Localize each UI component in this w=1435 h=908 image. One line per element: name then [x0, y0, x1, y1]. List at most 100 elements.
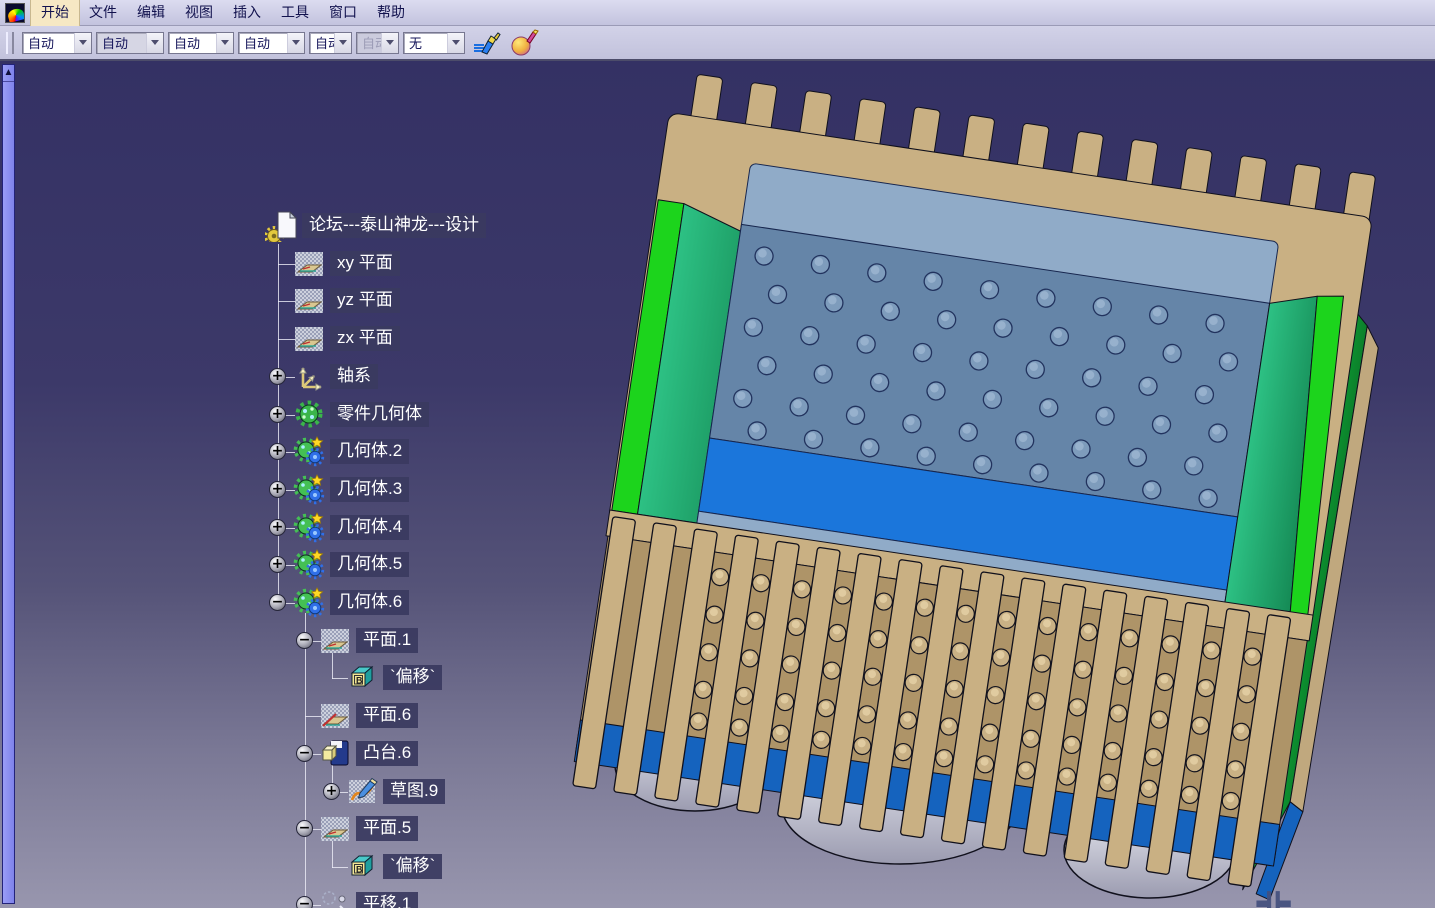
- menu-file[interactable]: 文件: [79, 0, 127, 26]
- body-icon[interactable]: [293, 436, 325, 468]
- expand-plus-icon[interactable]: +: [269, 368, 286, 385]
- tree-item-body-6[interactable]: − 几何体.6: [0, 586, 560, 620]
- body-icon[interactable]: [293, 474, 325, 506]
- plane-icon[interactable]: [293, 285, 325, 317]
- tree-item-translate-1[interactable]: − 平移.1: [0, 888, 560, 908]
- collapsed-toolbar-strip[interactable]: ▲: [2, 64, 15, 904]
- body-icon[interactable]: [293, 587, 325, 619]
- tree-item-label[interactable]: 轴系: [330, 364, 378, 389]
- layer-combo[interactable]: 无: [403, 32, 465, 54]
- expand-plus-icon[interactable]: +: [323, 783, 340, 800]
- expand-plus-icon[interactable]: +: [269, 443, 286, 460]
- svg-text:B: B: [356, 864, 363, 874]
- painter-icon[interactable]: [472, 29, 502, 57]
- tree-item-offset-of-plane-5[interactable]: B `偏移`: [0, 850, 560, 884]
- expand-plus-icon[interactable]: +: [269, 556, 286, 573]
- tree-item-plane-6[interactable]: 平面.6: [0, 699, 560, 733]
- tree-item-yz-plane[interactable]: yz 平面: [0, 284, 560, 318]
- menu-help[interactable]: 帮助: [367, 0, 415, 26]
- part-icon[interactable]: [265, 210, 297, 242]
- menu-start[interactable]: 开始: [31, 0, 79, 26]
- offset-icon[interactable]: B: [346, 851, 378, 883]
- collapse-minus-icon[interactable]: −: [296, 632, 313, 649]
- offset-icon[interactable]: B: [346, 662, 378, 694]
- pad-icon[interactable]: [319, 738, 351, 770]
- tree-item-body-2[interactable]: + 几何体.2: [0, 435, 560, 469]
- pointtype-combo[interactable]: 自动: [309, 32, 352, 54]
- tree-item-offset-of-plane-1[interactable]: B `偏移`: [0, 661, 560, 695]
- body-icon[interactable]: [293, 512, 325, 544]
- plane-icon[interactable]: [319, 625, 351, 657]
- tree-item-label[interactable]: 凸台.6: [356, 741, 418, 766]
- combo-dropdown-arrow-icon[interactable]: [287, 33, 304, 53]
- body-icon[interactable]: [293, 549, 325, 581]
- collapse-minus-icon[interactable]: −: [296, 820, 313, 837]
- tree-item-xy-plane[interactable]: xy 平面: [0, 247, 560, 281]
- collapse-minus-icon[interactable]: −: [269, 594, 286, 611]
- tree-item-label[interactable]: `偏移`: [383, 854, 442, 879]
- combo-dropdown-arrow-icon[interactable]: [381, 33, 398, 53]
- tree-item-label[interactable]: xy 平面: [330, 251, 400, 276]
- axis-icon[interactable]: [293, 361, 325, 393]
- tree-item-label[interactable]: 平面.1: [356, 628, 418, 653]
- plane-icon[interactable]: [293, 323, 325, 355]
- menu-insert[interactable]: 插入: [223, 0, 271, 26]
- lineweight-combo[interactable]: 自动: [238, 32, 305, 54]
- toolbar-drag-handle[interactable]: [6, 32, 14, 54]
- tree-item-label[interactable]: 零件几何体: [330, 402, 429, 427]
- tree-item-label[interactable]: 平面.6: [356, 703, 418, 728]
- opacity-combo[interactable]: 自动: [96, 32, 164, 54]
- tree-item-label[interactable]: 几何体.4: [330, 515, 409, 540]
- viewport-3d[interactable]: ▲ 论坛---泰山神龙---设计 xy 平面 yz 平面 zx 平面+ 轴系+ …: [0, 61, 1435, 908]
- plane-sketch-icon[interactable]: [319, 700, 351, 732]
- menu-tools[interactable]: 工具: [271, 0, 319, 26]
- menu-edit[interactable]: 编辑: [127, 0, 175, 26]
- tree-item-axis-system[interactable]: + 轴系: [0, 360, 560, 394]
- graphic-properties-toolbar: 自动自动自动自动自动自动无: [0, 26, 1435, 61]
- sketch-icon[interactable]: [346, 776, 378, 808]
- tree-item-partbody[interactable]: + 零件几何体: [0, 398, 560, 432]
- translate-icon[interactable]: [319, 889, 351, 908]
- combo-dropdown-arrow-icon[interactable]: [216, 33, 233, 53]
- tree-item-pad-6[interactable]: − 凸台.6: [0, 737, 560, 771]
- plane-icon[interactable]: [293, 248, 325, 280]
- app-logo-icon: [5, 3, 25, 23]
- collapse-minus-icon[interactable]: −: [296, 745, 313, 762]
- tree-item-label[interactable]: 几何体.2: [330, 439, 409, 464]
- menu-window[interactable]: 窗口: [319, 0, 367, 26]
- menu-view[interactable]: 视图: [175, 0, 223, 26]
- tree-item-label[interactable]: yz 平面: [330, 288, 400, 313]
- material-sphere-icon[interactable]: [509, 29, 539, 57]
- tree-item-label[interactable]: 几何体.6: [330, 590, 409, 615]
- tree-item-body-5[interactable]: + 几何体.5: [0, 548, 560, 582]
- tree-item-label[interactable]: 草图.9: [383, 779, 445, 804]
- tree-item-sketch-9[interactable]: + 草图.9: [0, 775, 560, 809]
- tree-item-root-part[interactable]: 论坛---泰山神龙---设计: [0, 209, 560, 243]
- partbody-icon[interactable]: [293, 399, 325, 431]
- tree-item-label[interactable]: 平移.1: [356, 892, 418, 908]
- combo-dropdown-arrow-icon[interactable]: [334, 33, 351, 53]
- tree-item-label[interactable]: 几何体.3: [330, 477, 409, 502]
- linetype-combo[interactable]: 自动: [168, 32, 234, 54]
- expand-plus-icon[interactable]: +: [269, 406, 286, 423]
- tree-item-plane-1[interactable]: − 平面.1: [0, 624, 560, 658]
- layer-combo-value: 无: [404, 33, 422, 52]
- tree-item-body-4[interactable]: + 几何体.4: [0, 511, 560, 545]
- combo-dropdown-arrow-icon[interactable]: [146, 33, 163, 53]
- combo-dropdown-arrow-icon[interactable]: [74, 33, 91, 53]
- tree-item-label[interactable]: 论坛---泰山神龙---设计: [302, 213, 486, 238]
- tree-item-label[interactable]: 几何体.5: [330, 552, 409, 577]
- strip-up-arrow-icon[interactable]: ▲: [3, 65, 14, 82]
- color-combo[interactable]: 自动: [22, 32, 92, 54]
- plane-icon[interactable]: [319, 813, 351, 845]
- tree-item-zx-plane[interactable]: zx 平面: [0, 322, 560, 356]
- expand-plus-icon[interactable]: +: [269, 481, 286, 498]
- tree-item-body-3[interactable]: + 几何体.3: [0, 473, 560, 507]
- combo-dropdown-arrow-icon[interactable]: [447, 33, 464, 53]
- tree-item-label[interactable]: zx 平面: [330, 326, 400, 351]
- tree-item-label[interactable]: `偏移`: [383, 665, 442, 690]
- expand-plus-icon[interactable]: +: [269, 519, 286, 536]
- tree-item-plane-5[interactable]: − 平面.5: [0, 812, 560, 846]
- tree-item-label[interactable]: 平面.5: [356, 816, 418, 841]
- collapse-minus-icon[interactable]: −: [296, 896, 313, 908]
